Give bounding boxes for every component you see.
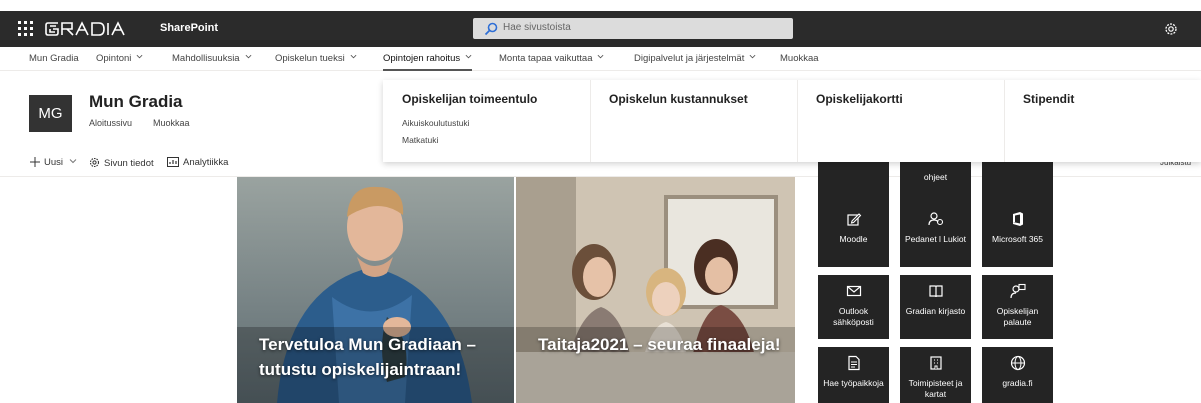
hero-tile-welcome[interactable]: Tervetuloa Mun Gradiaan – tutustu opiske… (237, 177, 514, 403)
quick-link-label: Opiskelijan palaute (996, 306, 1039, 327)
quick-link-pedanet[interactable]: Pedanet l Lukiot (900, 203, 971, 267)
quick-link-microsoft-365[interactable]: Microsoft 365 (982, 203, 1053, 267)
chevron-down-icon (350, 54, 357, 59)
nav-item-opintojen-rahoitus[interactable]: Opintojen rahoitus (383, 53, 473, 71)
search-icon (484, 22, 498, 36)
hero-image-students (516, 177, 795, 403)
hero-tile-taitaja[interactable]: Taitaja2021 – seuraa finaaleja! (516, 177, 795, 403)
document-icon (847, 355, 860, 371)
hero-title[interactable]: Taitaja2021 – seuraa finaaleja! (538, 332, 795, 357)
quick-link-hae-tyopaikkoja[interactable]: Hae työpaikkoja (818, 347, 889, 403)
quick-link-palaute[interactable]: Opiskelijan palaute (982, 275, 1053, 339)
app-launcher-icon[interactable] (18, 21, 34, 37)
edit-icon (846, 213, 861, 226)
quick-link-label: Gradian kirjasto (905, 306, 966, 316)
mega-menu-link-aikuiskoulutustuki[interactable]: Aikuiskoulutustuki (402, 118, 470, 128)
quick-link-label: ohjeet (923, 172, 948, 182)
chevron-down-icon (465, 54, 472, 59)
chevron-down-icon (749, 54, 756, 59)
gear-icon (89, 157, 100, 168)
building-icon (929, 356, 942, 370)
page-details-button[interactable]: Sivun tiedot (89, 157, 154, 169)
quick-link-kirjasto[interactable]: Gradian kirjasto (900, 275, 971, 339)
quick-link-toimipisteet[interactable]: Toimipisteet ja kartat (900, 347, 971, 403)
quick-link-label: Hae työpaikkoja (823, 378, 884, 388)
mail-icon (846, 285, 861, 297)
mega-menu-heading-toimeentulo[interactable]: Opiskelijan toimeentulo (402, 92, 537, 106)
chevron-down-icon (69, 159, 77, 164)
site-logo[interactable]: MG (29, 95, 72, 132)
globe-icon (1010, 355, 1025, 371)
mega-menu-column: Opiskelijakortti (797, 80, 1004, 162)
quick-link-label: Outlook sähköposti (833, 306, 874, 327)
mega-menu-heading-opiskelijakortti[interactable]: Opiskelijakortti (816, 92, 903, 106)
mega-menu-dropdown: Opiskelijan toimeentulo Aikuiskoulutustu… (383, 80, 1201, 162)
feedback-icon (1009, 283, 1026, 299)
mega-menu-heading-stipendit[interactable]: Stipendit (1023, 92, 1074, 106)
analytics-button[interactable]: Analytiikka (167, 157, 228, 168)
nav-item-muokkaa[interactable]: Muokkaa (780, 53, 819, 64)
office-icon (1012, 212, 1023, 226)
chevron-down-icon (598, 54, 604, 59)
quick-link-label: Pedanet l Lukiot (905, 234, 966, 244)
site-link-aloitussivu[interactable]: Aloitussivu (89, 118, 132, 128)
people-icon (927, 212, 943, 226)
search-box[interactable]: Hae sivustoista (473, 18, 793, 39)
site-link-muokkaa[interactable]: Muokkaa (153, 118, 190, 128)
site-title[interactable]: Mun Gradia (89, 92, 183, 112)
nav-item-mun-gradia[interactable]: Mun Gradia (29, 53, 79, 64)
quick-link-label: Moodle (839, 234, 868, 244)
mega-menu-column: Stipendit (1004, 80, 1201, 162)
chevron-down-icon (245, 54, 252, 59)
quick-link-gradia-fi[interactable]: gradia.fi (982, 347, 1053, 403)
quick-link-label: Microsoft 365 (991, 234, 1044, 244)
nav-item-opiskelun-tueksi[interactable]: Opiskelun tueksi (275, 53, 357, 64)
search-placeholder: Hae sivustoista (503, 22, 571, 33)
app-brand[interactable]: SharePoint (160, 22, 218, 34)
plus-icon (30, 157, 40, 167)
hero-title[interactable]: Tervetuloa Mun Gradiaan – tutustu opiske… (259, 332, 514, 382)
nav-item-opintoni[interactable]: Opintoni (96, 53, 143, 64)
chevron-down-icon (136, 54, 143, 59)
mega-menu-column: Opiskelun kustannukset (590, 80, 797, 162)
quick-link-label: gradia.fi (1002, 378, 1033, 388)
nav-item-digipalvelut[interactable]: Digipalvelut ja järjestelmät (634, 53, 756, 64)
suite-bar: SharePoint Hae sivustoista (0, 11, 1201, 47)
sharepoint-page: SharePoint Hae sivustoista Mun Gradia Op… (0, 0, 1201, 403)
mega-menu-link-matkatuki[interactable]: Matkatuki (402, 135, 438, 145)
quick-link-moodle[interactable]: Moodle (818, 203, 889, 267)
quick-link-label: Toimipisteet ja kartat (908, 378, 963, 399)
quick-link-outlook[interactable]: Outlook sähköposti (818, 275, 889, 339)
gradia-logo[interactable] (44, 17, 144, 41)
nav-item-monta-tapaa-vaikuttaa[interactable]: Monta tapaa vaikuttaa (499, 53, 604, 64)
nav-item-mahdollisuuksia[interactable]: Mahdollisuuksia (172, 53, 252, 64)
new-button[interactable]: Uusi (30, 157, 77, 168)
mega-menu-heading-kustannukset[interactable]: Opiskelun kustannukset (609, 92, 748, 106)
hub-navigation: Mun Gradia Opintoni Mahdollisuuksia Opis… (0, 47, 1201, 71)
mega-menu-column: Opiskelijan toimeentulo Aikuiskoulutustu… (383, 80, 590, 162)
book-icon (928, 285, 943, 298)
settings-gear-icon[interactable] (1163, 21, 1179, 37)
analytics-icon (167, 157, 179, 167)
